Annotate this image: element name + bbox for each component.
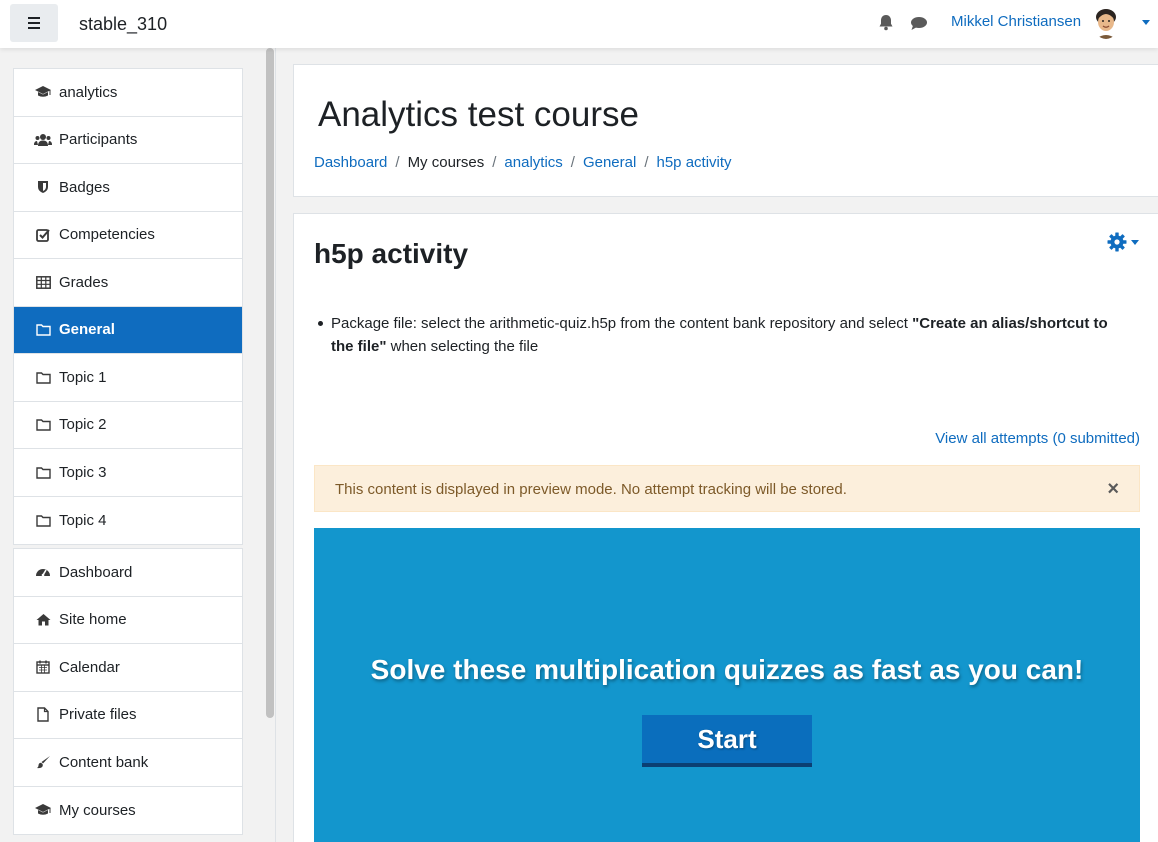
nav-item-calendar[interactable]: Calendar: [14, 644, 242, 692]
nav-item-label: Competencies: [59, 226, 155, 244]
intro-text-suffix: when selecting the file: [386, 338, 539, 355]
nav-item-analytics[interactable]: analytics: [14, 69, 242, 117]
activity-title: h5p activity: [314, 238, 469, 269]
nav-item-grades[interactable]: Grades: [14, 259, 242, 307]
paintbrush-icon: [34, 754, 52, 770]
nav-item-participants[interactable]: Participants: [14, 117, 242, 164]
folder-icon: [34, 417, 52, 433]
nav-item-label: Topic 1: [59, 368, 107, 386]
drawer-scrollbar[interactable]: [266, 48, 274, 718]
table-icon: [34, 274, 52, 290]
nav-item-my-courses[interactable]: My courses: [14, 787, 242, 835]
start-button[interactable]: Start: [642, 715, 812, 767]
home-icon: [34, 612, 52, 628]
navbar: stable_310 Mikkel Christiansen: [0, 0, 1158, 48]
settings-menu[interactable]: [1107, 232, 1139, 252]
user-menu-name[interactable]: Mikkel Christiansen: [951, 13, 1081, 30]
page-title: Analytics test course: [318, 95, 639, 134]
breadcrumb-separator: /: [395, 154, 400, 171]
nav-item-topic-4[interactable]: Topic 4: [14, 497, 242, 545]
breadcrumb-analytics[interactable]: analytics: [504, 154, 562, 171]
breadcrumb: Dashboard / My courses / analytics / Gen…: [314, 154, 732, 171]
check-square-icon: [34, 227, 52, 243]
page-header: Analytics test course Dashboard / My cou…: [293, 64, 1158, 197]
graduation-cap-icon: [34, 84, 52, 100]
user-menu-caret-icon[interactable]: [1142, 20, 1150, 25]
site-nav-list: Dashboard Site home Calendar Private fil…: [13, 548, 243, 835]
breadcrumb-separator: /: [570, 154, 575, 171]
activity-intro: Package file: select the arithmetic-quiz…: [314, 312, 1134, 358]
breadcrumb-general[interactable]: General: [583, 154, 636, 171]
nav-item-competencies[interactable]: Competencies: [14, 212, 242, 259]
calendar-icon: [34, 659, 52, 675]
nav-item-private-files[interactable]: Private files: [14, 692, 242, 739]
site-name[interactable]: stable_310: [79, 14, 167, 35]
nav-item-label: Content bank: [59, 753, 149, 771]
h5p-heading: Solve these multiplication quizzes as fa…: [370, 654, 1084, 685]
file-icon: [34, 707, 52, 723]
breadcrumb-separator: /: [492, 154, 497, 171]
alert-message: This content is displayed in preview mod…: [335, 481, 847, 498]
breadcrumb-separator: /: [644, 154, 649, 171]
folder-icon: [34, 512, 52, 528]
nav-item-label: Grades: [59, 273, 109, 291]
course-nav-list: analytics Participants Badges Competenci…: [13, 68, 243, 545]
folder-icon: [34, 369, 52, 385]
chat-icon[interactable]: [910, 16, 928, 35]
nav-item-site-home[interactable]: Site home: [14, 597, 242, 644]
gear-icon: [1107, 232, 1127, 252]
users-icon: [34, 132, 52, 148]
nav-item-label: My courses: [59, 801, 136, 819]
avatar[interactable]: [1093, 7, 1119, 39]
bell-icon[interactable]: [878, 14, 894, 35]
nav-item-topic-3[interactable]: Topic 3: [14, 449, 242, 497]
nav-item-label: General: [59, 321, 115, 339]
h5p-content: Solve these multiplication quizzes as fa…: [314, 528, 1140, 842]
nav-item-label: Calendar: [59, 658, 120, 676]
nav-item-content-bank[interactable]: Content bank: [14, 739, 242, 787]
view-attempts-link[interactable]: View all attempts (0 submitted): [924, 430, 1140, 447]
nav-item-label: Private files: [59, 706, 137, 724]
activity-content: h5p activity Package file: select the ar…: [293, 213, 1158, 842]
nav-item-label: Topic 3: [59, 463, 107, 481]
folder-icon: [34, 464, 52, 480]
breadcrumb-h5p-activity[interactable]: h5p activity: [657, 154, 732, 171]
nav-item-dashboard[interactable]: Dashboard: [14, 549, 242, 597]
nav-item-label: Dashboard: [59, 563, 133, 581]
shield-icon: [34, 179, 52, 195]
nav-item-label: Participants: [59, 131, 138, 149]
nav-item-label: Badges: [59, 178, 110, 196]
menu-icon[interactable]: [10, 4, 58, 42]
breadcrumb-dashboard[interactable]: Dashboard: [314, 154, 387, 171]
nav-item-topic-2[interactable]: Topic 2: [14, 402, 242, 449]
nav-item-label: analytics: [59, 83, 118, 101]
chevron-down-icon: [1131, 239, 1139, 245]
close-icon[interactable]: ×: [1107, 478, 1119, 501]
nav-item-badges[interactable]: Badges: [14, 164, 242, 212]
breadcrumb-my-courses: My courses: [407, 154, 485, 171]
folder-icon: [34, 322, 52, 338]
nav-item-label: Topic 4: [59, 511, 107, 529]
dashboard-icon: [34, 564, 52, 580]
nav-item-label: Topic 2: [59, 416, 107, 434]
preview-mode-alert: This content is displayed in preview mod…: [314, 465, 1140, 512]
bullet-icon: [318, 321, 323, 326]
nav-item-label: Site home: [59, 611, 127, 629]
nav-item-general[interactable]: General: [14, 306, 242, 354]
nav-item-topic-1[interactable]: Topic 1: [14, 354, 242, 402]
intro-text: Package file: select the arithmetic-quiz…: [331, 315, 913, 332]
graduation-cap-icon: [34, 802, 52, 818]
